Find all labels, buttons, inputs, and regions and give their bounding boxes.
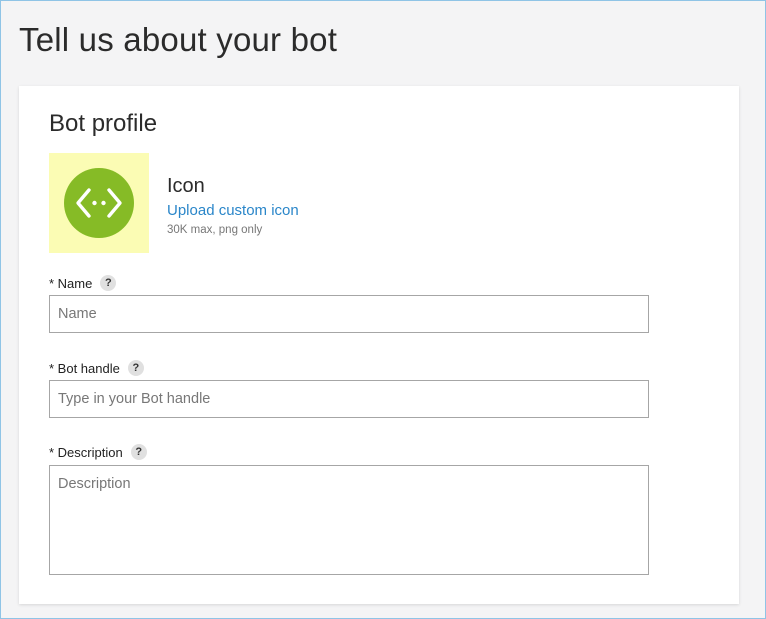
bot-icon-preview	[49, 153, 149, 253]
bot-profile-card: Bot profile Icon Upload custom icon 30K …	[19, 86, 739, 604]
description-textarea[interactable]	[49, 465, 649, 575]
bot-handle-label-text: * Bot handle	[49, 360, 120, 376]
name-input[interactable]	[49, 295, 649, 333]
name-help-icon[interactable]: ?	[100, 275, 117, 291]
name-label-text: * Name	[49, 275, 93, 291]
bot-handle-label: * Bot handle ?	[49, 360, 144, 376]
section-title: Bot profile	[49, 110, 158, 137]
code-brackets-icon	[76, 188, 122, 218]
icon-heading: Icon	[167, 175, 205, 197]
icon-info: Icon Upload custom icon 30K max, png onl…	[167, 175, 299, 236]
description-label-text: * Description	[49, 444, 123, 460]
upload-custom-icon-link[interactable]: Upload custom icon	[167, 202, 299, 219]
icon-size-hint: 30K max, png only	[167, 224, 263, 236]
page-title: Tell us about your bot	[19, 21, 338, 58]
description-label: * Description ?	[49, 444, 147, 460]
description-help-icon[interactable]: ?	[130, 444, 147, 460]
name-label: * Name ?	[49, 275, 117, 291]
bot-handle-input[interactable]	[49, 380, 649, 418]
bot-handle-help-icon[interactable]: ?	[127, 360, 144, 376]
bot-icon-circle	[64, 168, 134, 238]
